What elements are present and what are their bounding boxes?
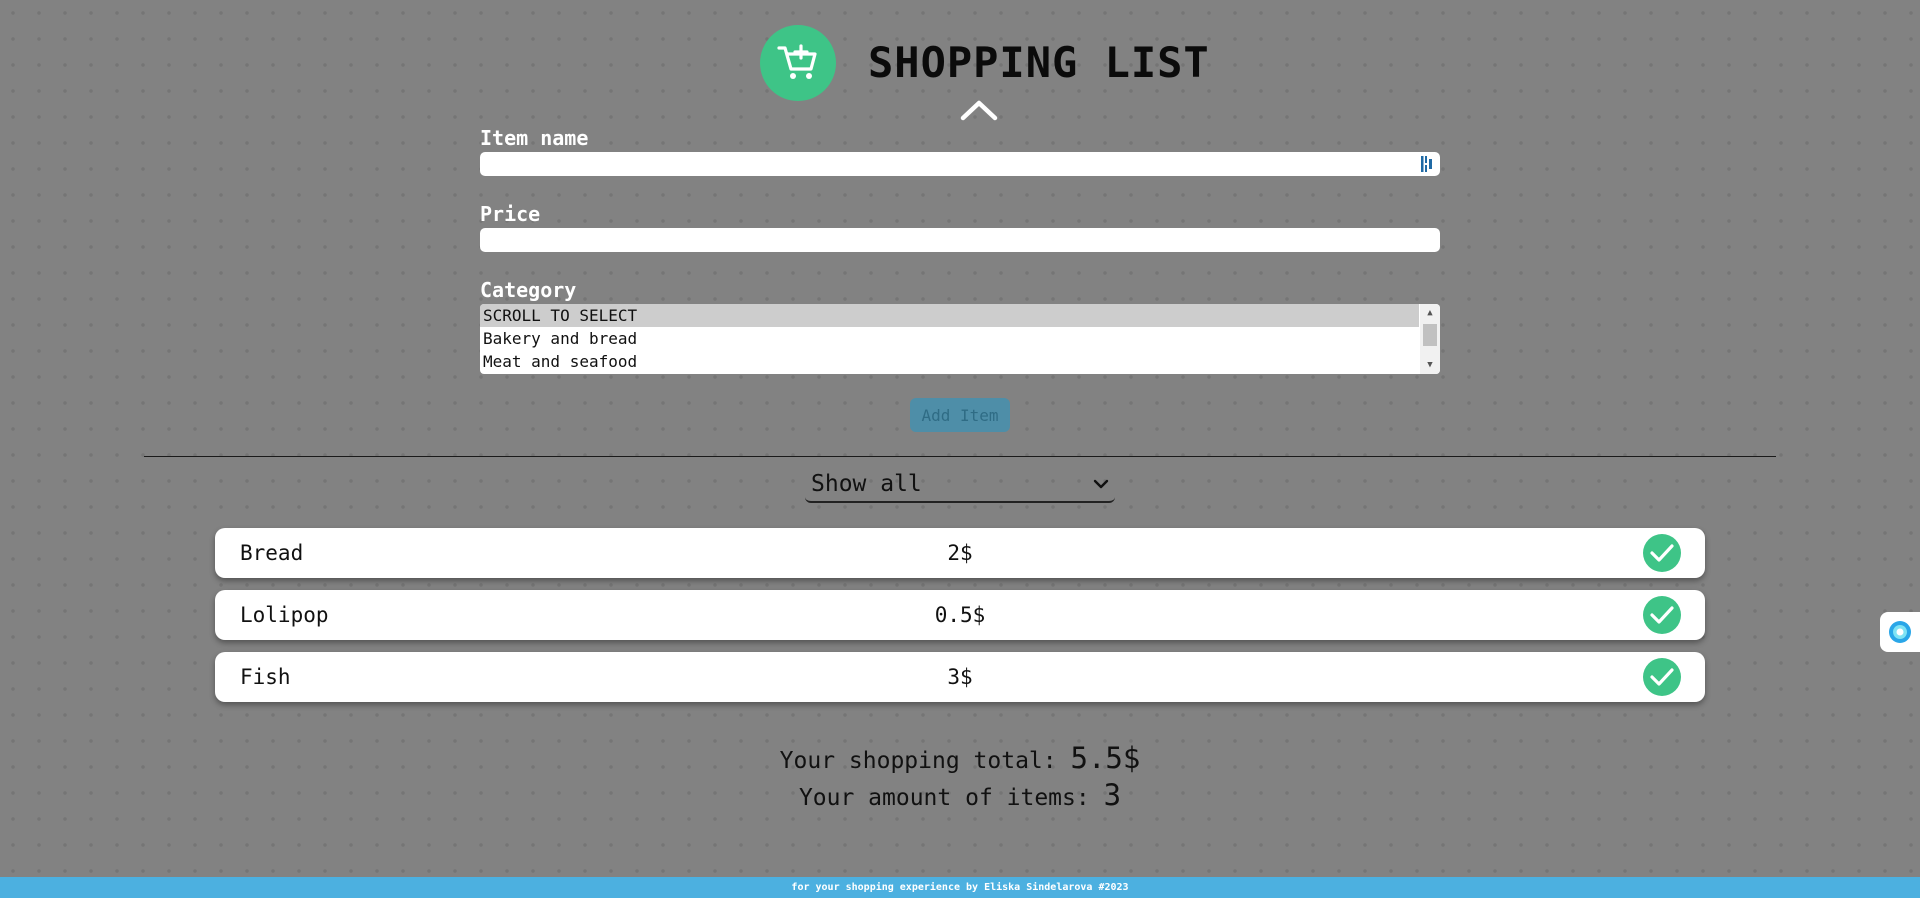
item-price: 2$: [947, 541, 973, 565]
check-icon: [1650, 544, 1674, 562]
scroll-thumb[interactable]: [1423, 324, 1437, 346]
shopping-total-label: Your shopping total:: [779, 748, 1057, 774]
autofill-extension-icon[interactable]: [1420, 155, 1434, 173]
list-item: 0.5$ Lolipop: [215, 590, 1705, 640]
list-item: 3$ Fish: [215, 652, 1705, 702]
shopping-items-list: 2$ Bread 0.5$ Lolipop 3$ Fish: [215, 528, 1705, 714]
add-item-button[interactable]: Add Item: [910, 398, 1010, 432]
shopping-total: Your shopping total: 5.5$: [0, 740, 1920, 777]
item-count-label: Your amount of items:: [798, 785, 1090, 811]
scroll-up-arrow-icon[interactable]: ▲: [1420, 305, 1440, 321]
category-filter-select[interactable]: Show all: [805, 467, 1115, 503]
category-option[interactable]: SCROLL TO SELECT: [480, 304, 1419, 327]
add-item-form: Item name Price Category SCROLL TO SELEC…: [480, 124, 1440, 374]
item-price: 0.5$: [934, 603, 986, 627]
category-label: Category: [480, 278, 577, 302]
check-icon: [1650, 606, 1674, 624]
collapse-form-button[interactable]: [958, 96, 1000, 122]
mark-bought-button[interactable]: [1643, 534, 1681, 572]
item-count-value: 3: [1103, 778, 1122, 812]
mark-bought-button[interactable]: [1643, 596, 1681, 634]
price-label: Price: [480, 202, 541, 226]
divider: [144, 456, 1776, 457]
assistant-widget-button[interactable]: [1880, 612, 1920, 652]
item-count: Your amount of items: 3: [0, 777, 1920, 814]
shopping-total-value: 5.5$: [1070, 741, 1141, 775]
item-name: Bread: [240, 541, 304, 565]
category-option[interactable]: Bakery and bread: [480, 327, 1419, 350]
filter-selected-value: Show all: [811, 471, 922, 497]
scroll-down-arrow-icon[interactable]: ▼: [1420, 357, 1440, 373]
item-name-label: Item name: [480, 126, 589, 150]
category-option[interactable]: Meat and seafood: [480, 350, 1419, 373]
price-input[interactable]: [480, 228, 1440, 252]
item-name: Lolipop: [240, 603, 329, 627]
mark-bought-button[interactable]: [1643, 658, 1681, 696]
assistant-orb-icon: [1889, 621, 1911, 643]
check-icon: [1650, 668, 1674, 686]
chevron-down-icon: [1093, 479, 1109, 489]
category-listbox[interactable]: SCROLL TO SELECT Bakery and bread Meat a…: [480, 304, 1440, 374]
category-scrollbar[interactable]: ▲ ▼: [1420, 304, 1440, 374]
item-name: Fish: [240, 665, 291, 689]
item-price: 3$: [947, 665, 973, 689]
footer: for your shopping experience by Eliska S…: [0, 877, 1920, 898]
cart-plus-icon: [760, 25, 836, 101]
page-title: SHOPPING LIST: [868, 38, 1210, 87]
list-item: 2$ Bread: [215, 528, 1705, 578]
header: SHOPPING LIST: [0, 0, 1920, 121]
totals-section: Your shopping total: 5.5$ Your amount of…: [0, 740, 1920, 814]
chevron-up-icon: [960, 100, 998, 121]
item-name-input[interactable]: [480, 152, 1440, 176]
